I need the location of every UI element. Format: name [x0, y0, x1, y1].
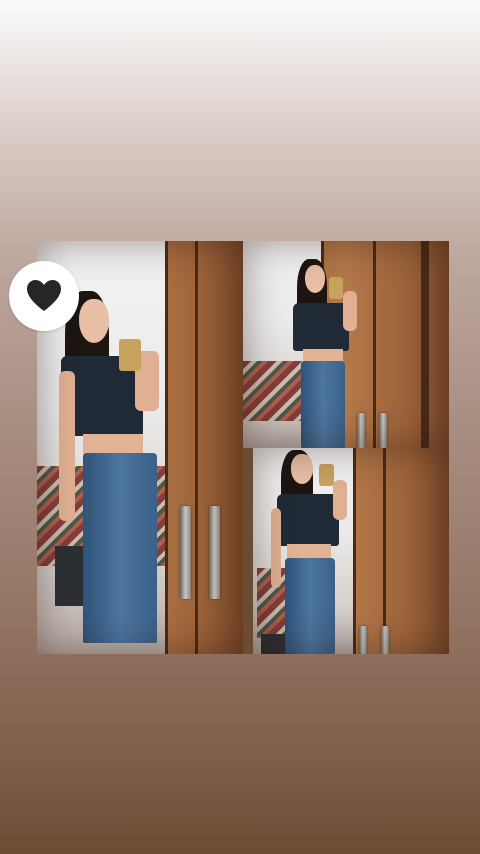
jeans [83, 453, 157, 643]
jeans [285, 558, 335, 654]
arm-left [271, 508, 281, 588]
photo-collage[interactable] [37, 241, 449, 654]
mirror-edge [165, 241, 168, 654]
crop-top [293, 303, 349, 351]
face [79, 299, 109, 343]
phone [329, 277, 343, 299]
photo-top-right-mirror-selfie[interactable] [243, 241, 449, 448]
arm-right [343, 291, 357, 331]
phone [119, 339, 141, 371]
door-handle [379, 413, 387, 448]
arm-left [59, 371, 75, 521]
crop-top [277, 494, 339, 546]
story-canvas [0, 0, 480, 854]
door-handle [180, 506, 191, 599]
phone [319, 464, 334, 486]
jeans [301, 361, 345, 448]
door-handle [381, 626, 389, 654]
door-seam [421, 241, 429, 448]
black-heart-icon [27, 280, 61, 311]
face [291, 454, 313, 484]
door-seam [383, 448, 386, 654]
photo-bottom-right-mirror-selfie[interactable] [253, 448, 449, 654]
door-handle [357, 413, 365, 448]
arm-right [333, 480, 347, 520]
door-handle [359, 626, 367, 654]
door-seam [195, 241, 198, 654]
door-seam [373, 241, 376, 448]
heart-sticker[interactable] [9, 261, 79, 331]
mirror-edge [353, 448, 356, 654]
door-handle [209, 506, 220, 599]
face [305, 265, 325, 293]
